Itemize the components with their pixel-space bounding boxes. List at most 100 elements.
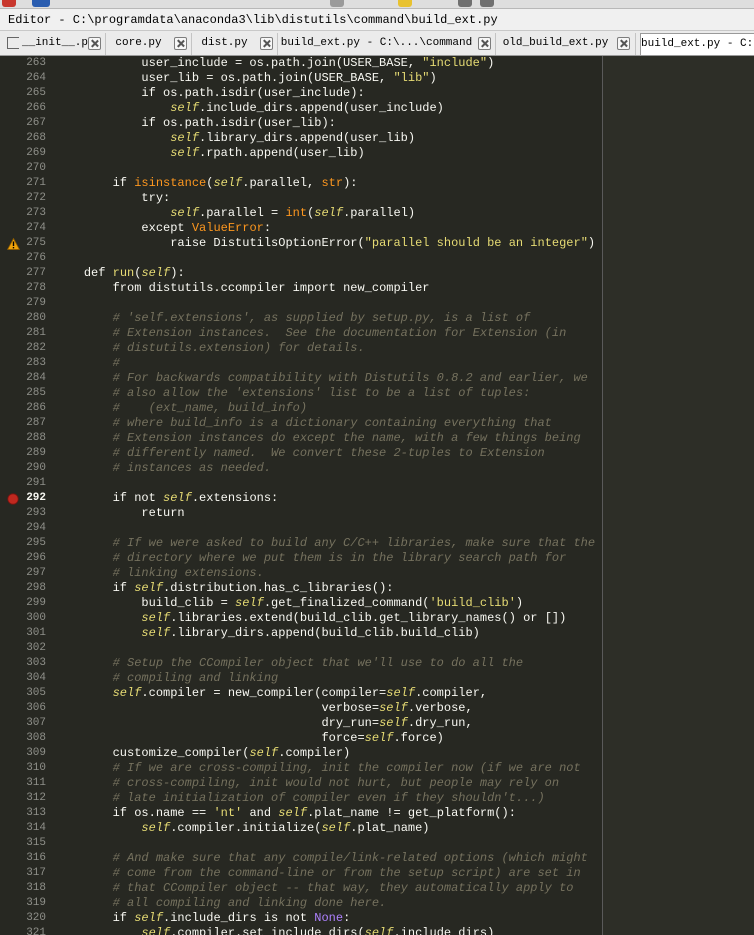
gutter-row[interactable]: 295 [0,536,50,551]
code-line[interactable]: def run(self): [55,266,185,281]
code-line[interactable]: # [55,356,120,371]
gutter-row[interactable]: 318 [0,881,50,896]
code-line[interactable]: self.parallel = int(self.parallel) [55,206,415,221]
code-line[interactable]: if os.name == 'nt' and self.plat_name !=… [55,806,516,821]
gutter-row[interactable]: 279 [0,296,50,311]
code-line[interactable]: # Extension instances do except the name… [55,431,581,446]
code-line[interactable]: # that CCompiler object -- that way, the… [55,881,574,896]
code-line[interactable]: # come from the command-line or from the… [55,866,581,881]
gutter-row[interactable]: 287 [0,416,50,431]
gutter-row[interactable]: 278 [0,281,50,296]
run-icon[interactable] [2,0,16,7]
gutter-row[interactable]: 320 [0,911,50,926]
gutter-row[interactable]: 291 [0,476,50,491]
gutter-row[interactable]: 272 [0,191,50,206]
gutter-row[interactable]: 289 [0,446,50,461]
gutter-row[interactable]: 263 [0,56,50,71]
code-line[interactable]: user_include = os.path.join(USER_BASE, "… [55,56,494,71]
tab-init-py[interactable]: __init__.py [0,33,106,55]
tab-core-py[interactable]: core.py [106,33,192,55]
close-icon[interactable] [88,37,101,50]
code-line[interactable]: # Setup the CCompiler object that we'll … [55,656,523,671]
code-line[interactable]: # If we are cross-compiling, init the co… [55,761,581,776]
gutter-row[interactable]: 305 [0,686,50,701]
code-line[interactable]: if os.path.isdir(user_include): [55,86,364,101]
gutter-row[interactable]: 309 [0,746,50,761]
code-line[interactable]: # differently named. We convert these 2-… [55,446,545,461]
code-line[interactable]: # distutils.extension) for details. [55,341,365,356]
code-line[interactable]: # (ext_name, build_info) [55,401,307,416]
code-line[interactable]: self.include_dirs.append(user_include) [55,101,444,116]
close-icon[interactable] [478,37,491,50]
tab-build-ext-active[interactable]: build_ext.py - C:\... [640,33,754,55]
gutter-row[interactable]: 294 [0,521,50,536]
gutter-row[interactable]: 313 [0,806,50,821]
gutter-row[interactable]: 271 [0,176,50,191]
gutter-row[interactable]: 285 [0,386,50,401]
warning-icon[interactable] [7,238,20,250]
gutter-row[interactable]: 276 [0,251,50,266]
code-line[interactable]: # And make sure that any compile/link-re… [55,851,588,866]
code-line[interactable]: # linking extensions. [55,566,264,581]
code-line[interactable]: # If we were asked to build any C/C++ li… [55,536,595,551]
code-line[interactable]: self.rpath.append(user_lib) [55,146,364,161]
gutter-row[interactable]: 314 [0,821,50,836]
breakpoint-icon[interactable] [7,493,19,505]
code-line[interactable]: if os.path.isdir(user_lib): [55,116,335,131]
tab-dist-py[interactable]: dist.py [192,33,278,55]
gutter-row[interactable]: 277 [0,266,50,281]
code-line[interactable]: user_lib = os.path.join(USER_BASE, "lib"… [55,71,436,86]
gutter-row[interactable]: 315 [0,836,50,851]
code-line[interactable]: # also allow the 'extensions' list to be… [55,386,531,401]
gutter-row[interactable]: 300 [0,611,50,626]
code-line[interactable]: self.compiler = new_compiler(compiler=se… [55,686,487,701]
line-number-gutter[interactable]: 263 264 265 266 267 268 269 270 271 272 273 274 275 2… [0,56,50,935]
close-icon[interactable] [617,37,630,50]
code-editor[interactable]: 263 264 265 266 267 268 269 270 271 272 273 274 275 2… [0,56,754,935]
code-line[interactable]: # compiling and linking [55,671,279,686]
gutter-row[interactable]: 310 [0,761,50,776]
gutter-row[interactable]: 317 [0,866,50,881]
gutter-row[interactable]: 281 [0,326,50,341]
toolbar-icon[interactable] [480,0,494,7]
code-line[interactable]: return [55,506,184,521]
gutter-row[interactable]: 290 [0,461,50,476]
debug-icon[interactable] [398,0,412,7]
code-line[interactable]: dry_run=self.dry_run, [55,716,472,731]
code-line[interactable]: try: [55,191,170,206]
tab-old-build-ext-py[interactable]: old_build_ext.py [496,33,636,55]
code-line[interactable]: if isinstance(self.parallel, str): [55,176,358,191]
gutter-row[interactable]: 274 [0,221,50,236]
gutter-row[interactable]: 311 [0,776,50,791]
gutter-row[interactable]: 321 [0,926,50,935]
code-line[interactable]: # instances as needed. [55,461,271,476]
gutter-row[interactable]: 273 [0,206,50,221]
gutter-row[interactable]: 297 [0,566,50,581]
save-icon[interactable] [32,0,50,7]
code-line[interactable]: self.library_dirs.append(user_lib) [55,131,415,146]
gutter-row[interactable]: 304 [0,671,50,686]
gutter-row[interactable]: 282 [0,341,50,356]
gutter-row[interactable]: 280 [0,311,50,326]
gutter-row[interactable]: 296 [0,551,50,566]
gutter-row[interactable]: 292 [0,491,50,506]
gutter-row[interactable]: 312 [0,791,50,806]
gutter-row[interactable]: 268 [0,131,50,146]
code-line[interactable]: # cross-compiling, init would not hurt, … [55,776,559,791]
code-line[interactable]: except ValueError: [55,221,271,236]
gutter-row[interactable]: 288 [0,431,50,446]
code-line[interactable]: self.libraries.extend(build_clib.get_lib… [55,611,566,626]
code-line[interactable]: force=self.force) [55,731,443,746]
code-line[interactable]: # where build_info is a dictionary conta… [55,416,552,431]
gutter-row[interactable]: 270 [0,161,50,176]
gutter-row[interactable]: 269 [0,146,50,161]
gutter-row[interactable]: 283 [0,356,50,371]
code-line[interactable]: from distutils.ccompiler import new_comp… [55,281,430,296]
code-line[interactable]: if self.include_dirs is not None: [55,911,351,926]
close-icon[interactable] [260,37,273,50]
gutter-row[interactable]: 319 [0,896,50,911]
gutter-row[interactable]: 301 [0,626,50,641]
gutter-row[interactable]: 303 [0,656,50,671]
code-line[interactable]: verbose=self.verbose, [55,701,472,716]
code-line[interactable]: build_clib = self.get_finalized_command(… [55,596,523,611]
